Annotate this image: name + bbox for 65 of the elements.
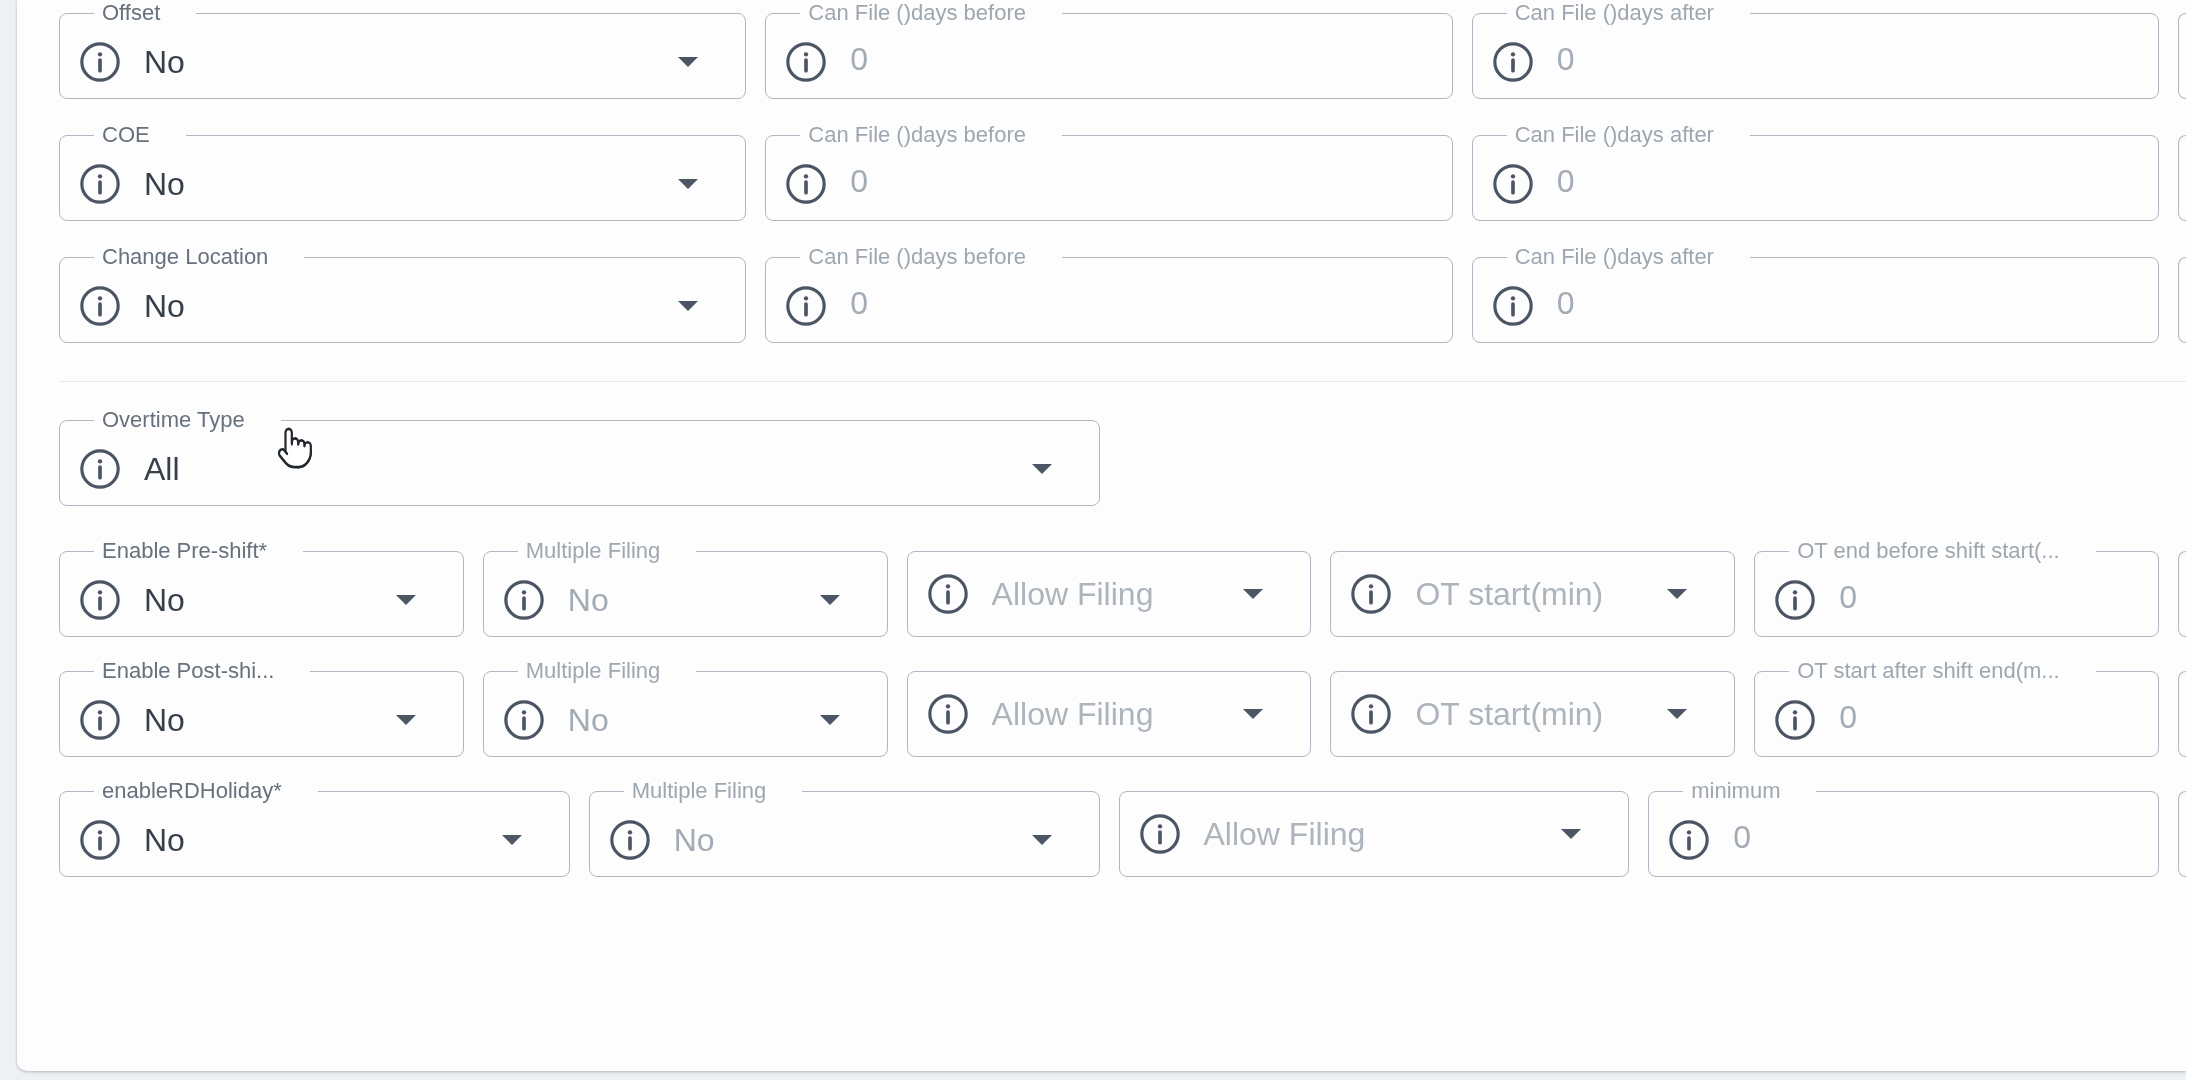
- info-icon: [1139, 814, 1180, 854]
- caret-icon: [678, 178, 699, 189]
- info-icon: [609, 819, 650, 860]
- info-icon: [1775, 699, 1816, 740]
- dropdown-field[interactable]: enableRDHoliday* No: [59, 779, 570, 877]
- caret-icon: [1243, 589, 1264, 599]
- info-icon: [80, 819, 120, 860]
- dropdown-field[interactable]: Change Location No: [59, 245, 747, 343]
- caret-icon: [819, 714, 840, 725]
- info-icon: [786, 41, 827, 82]
- info-icon: [80, 579, 120, 620]
- dropdown-field[interactable]: Overtime Type All: [59, 408, 1100, 506]
- hand-cursor-icon: [276, 425, 314, 471]
- info-icon: [80, 41, 120, 82]
- field-label: Can File ()days after: [1514, 244, 1714, 269]
- caret-icon: [1667, 709, 1688, 719]
- field-label: OT start after shift end(m...: [1797, 658, 2060, 683]
- info-icon: [503, 699, 544, 740]
- caret-icon: [395, 594, 416, 605]
- dropdown-field[interactable]: Offset No: [59, 1, 747, 99]
- field-label: Can File ()days before: [808, 244, 1026, 269]
- field-label: Change Location: [102, 244, 269, 269]
- info-icon: [927, 694, 968, 734]
- caret-icon: [501, 834, 522, 845]
- field-label: enableRDHoliday*: [102, 778, 282, 803]
- info-icon: [80, 699, 120, 740]
- caret-icon: [678, 56, 699, 67]
- field-label: Can File ()days after: [1514, 0, 1714, 25]
- dropdown-field[interactable]: Enable Pre-shift* No: [59, 539, 464, 637]
- info-icon: [1351, 574, 1392, 614]
- field-label: Multiple Filing: [525, 538, 661, 563]
- info-icon: [1775, 579, 1816, 620]
- caret-icon: [1031, 834, 1052, 845]
- info-icon: [927, 574, 968, 614]
- field-label: COE: [102, 122, 150, 147]
- info-icon: [1351, 694, 1392, 734]
- field-label: Can File ()days before: [808, 0, 1026, 25]
- field-label: Can File ()days before: [808, 122, 1026, 147]
- info-icon: [503, 579, 544, 620]
- info-icon: [80, 285, 120, 326]
- field-label: Multiple Filing: [631, 778, 767, 803]
- field-label: Multiple Filing: [525, 658, 661, 683]
- info-icon: [1669, 819, 1710, 860]
- info-icon: [1492, 41, 1533, 82]
- info-icon: [786, 285, 827, 326]
- caret-icon: [678, 300, 699, 311]
- field-label: minimum: [1691, 778, 1781, 803]
- caret-icon: [1561, 829, 1582, 839]
- info-icon: [1492, 285, 1533, 326]
- caret-icon: [1031, 463, 1052, 474]
- field-label: Enable Post-shi...: [102, 658, 275, 683]
- field-label: Offset: [102, 0, 161, 25]
- caret-icon: [1243, 709, 1264, 719]
- field-label: Enable Pre-shift*: [102, 538, 268, 563]
- info-icon: [80, 448, 120, 489]
- field-label: Can File ()days after: [1514, 122, 1714, 147]
- info-icon: [1492, 163, 1533, 204]
- info-icon: [80, 163, 120, 204]
- dropdown-field[interactable]: Enable Post-shi... No: [59, 659, 464, 757]
- field-label: OT end before shift start(...: [1797, 538, 2060, 563]
- caret-icon: [819, 594, 840, 605]
- caret-icon: [1667, 589, 1688, 599]
- field-label: Overtime Type: [102, 407, 245, 432]
- info-icon: [786, 163, 827, 204]
- caret-icon: [395, 714, 416, 725]
